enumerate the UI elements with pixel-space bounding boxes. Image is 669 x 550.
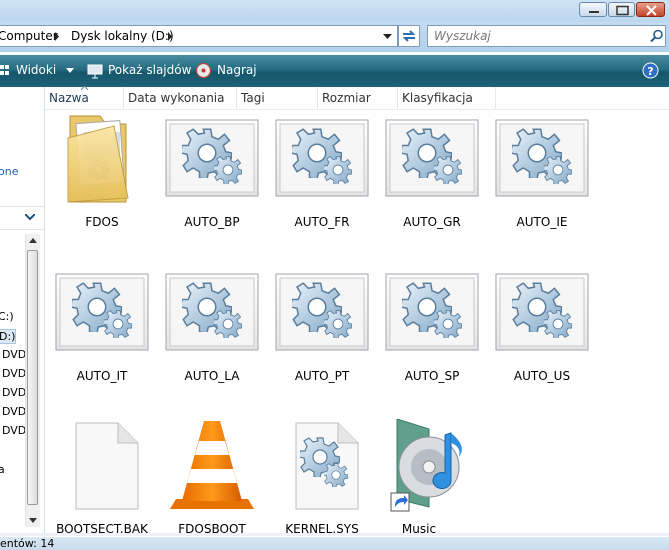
file-item-auto-ie[interactable]: AUTO_IE <box>488 112 596 242</box>
maximize-button[interactable] <box>608 2 635 17</box>
burn-button[interactable]: Nagraj <box>217 63 257 77</box>
status-bar: entów: 14 <box>0 537 669 550</box>
file-item-fdos[interactable]: FDOS <box>48 112 156 242</box>
column-rating[interactable]: Klasyfikacja <box>398 87 496 109</box>
search-icon[interactable] <box>650 29 664 43</box>
svg-text:?: ? <box>647 65 653 78</box>
nav-link[interactable]: one <box>0 165 18 178</box>
tree-item-dvd[interactable]: DVD <box>2 424 26 437</box>
column-headers: Nazwa Data wykonania Tagi Rozmiar Klasyf… <box>45 86 669 110</box>
scroll-up-icon[interactable] <box>29 238 37 243</box>
tree-item[interactable]: a <box>0 463 5 476</box>
address-bar[interactable]: Computer Dysk lokalny (D:) <box>0 25 398 47</box>
file-name: AUTO_IE <box>516 215 568 229</box>
slideshow-button[interactable]: Pokaż slajdów <box>108 63 191 77</box>
navigation-pane: one C:) D:) DVD DVD DVD DVD DVD a <box>0 87 45 540</box>
blank-file-icon <box>75 422 139 510</box>
close-button[interactable] <box>636 2 665 17</box>
file-name: AUTO_IT <box>76 369 128 383</box>
file-item-kernel[interactable]: KERNEL.SYS <box>268 419 376 549</box>
file-item-auto-sp[interactable]: AUTO_SP <box>378 266 486 396</box>
gear-file-icon <box>495 119 589 197</box>
title-bar <box>0 0 669 22</box>
file-name: AUTO_BP <box>184 215 240 229</box>
tree-item-d[interactable]: D:) <box>0 329 17 344</box>
file-item-fdosboot[interactable]: FDOSBOOT <box>158 419 266 549</box>
tree-item-c[interactable]: C:) <box>0 310 14 323</box>
tree-item-dvd[interactable]: DVD <box>2 405 26 418</box>
file-name: AUTO_LA <box>184 369 240 383</box>
column-name[interactable]: Nazwa <box>45 86 124 109</box>
file-item-auto-us[interactable]: AUTO_US <box>488 266 596 396</box>
gear-file-icon <box>385 119 479 197</box>
nav-scrollbar[interactable] <box>25 234 40 527</box>
folders-header[interactable] <box>0 206 44 230</box>
file-item-music[interactable]: Music <box>365 419 473 549</box>
chevron-down-icon[interactable] <box>66 68 74 73</box>
file-item-auto-pt[interactable]: AUTO_PT <box>268 266 376 396</box>
file-item-auto-bp[interactable]: AUTO_BP <box>158 112 266 242</box>
scroll-area-edge <box>0 533 669 536</box>
refresh-icon <box>402 30 416 42</box>
file-item-auto-it[interactable]: AUTO_IT <box>48 266 156 396</box>
file-name: FDOS <box>85 215 119 229</box>
breadcrumb-drive[interactable]: Dysk lokalny (D:) <box>71 29 174 43</box>
help-icon[interactable]: ? <box>642 62 659 79</box>
tree-item-dvd[interactable]: DVD <box>2 386 26 399</box>
file-item-auto-fr[interactable]: AUTO_FR <box>268 112 376 242</box>
file-name: AUTO_US <box>513 369 571 383</box>
search-input[interactable]: Wyszukaj <box>427 25 666 47</box>
chevron-down-icon[interactable] <box>383 34 392 40</box>
file-name: AUTO_SP <box>404 369 460 383</box>
column-tags[interactable]: Tagi <box>237 87 318 109</box>
tree-item-dvd[interactable]: DVD <box>2 367 26 380</box>
minimize-icon <box>589 11 599 13</box>
music-shortcut-icon <box>390 419 462 512</box>
chevron-down-icon[interactable] <box>25 214 35 221</box>
file-item-bootsect[interactable]: BOOTSECT.BAK <box>48 419 156 549</box>
sort-ascending-icon <box>81 86 88 91</box>
gear-file-icon <box>385 273 479 351</box>
gear-file-icon <box>55 273 149 351</box>
chevron-right-icon[interactable] <box>167 32 173 41</box>
gear-file-icon <box>165 119 259 197</box>
refresh-button[interactable] <box>398 25 420 47</box>
burn-disc-icon <box>196 63 211 78</box>
column-date[interactable]: Data wykonania <box>124 87 237 109</box>
item-count: entów: 14 <box>0 537 55 550</box>
gear-file-icon <box>165 273 259 351</box>
system-file-icon <box>295 422 359 510</box>
gear-file-icon <box>275 273 369 351</box>
file-item-auto-la[interactable]: AUTO_LA <box>158 266 266 396</box>
file-name: AUTO_GR <box>403 215 461 229</box>
search-placeholder: Wyszukaj <box>434 29 491 43</box>
gear-file-icon <box>275 119 369 197</box>
scroll-down-icon[interactable] <box>29 518 37 523</box>
vlc-cone-icon <box>170 421 254 509</box>
scrollbar-thumb[interactable] <box>27 250 38 505</box>
breadcrumb-computer[interactable]: Computer <box>0 29 58 43</box>
file-name: AUTO_FR <box>294 215 350 229</box>
tree-item-dvd[interactable]: DVD <box>2 348 26 361</box>
column-size[interactable]: Rozmiar <box>318 87 398 109</box>
close-icon <box>646 5 657 16</box>
chevron-right-icon[interactable] <box>54 32 60 41</box>
file-name: AUTO_PT <box>294 369 350 383</box>
address-row: Computer Dysk lokalny (D:) Wyszukaj <box>0 22 669 52</box>
views-button[interactable]: Widoki <box>16 63 56 77</box>
folder-icon <box>67 115 129 203</box>
file-item-auto-gr[interactable]: AUTO_GR <box>378 112 486 242</box>
gear-file-icon <box>495 273 589 351</box>
command-bar: Widoki Pokaż slajdów Nagraj ? <box>0 55 669 87</box>
maximize-icon <box>616 5 629 16</box>
slideshow-icon <box>87 64 103 79</box>
views-icon <box>0 65 9 75</box>
minimize-button[interactable] <box>579 2 607 17</box>
